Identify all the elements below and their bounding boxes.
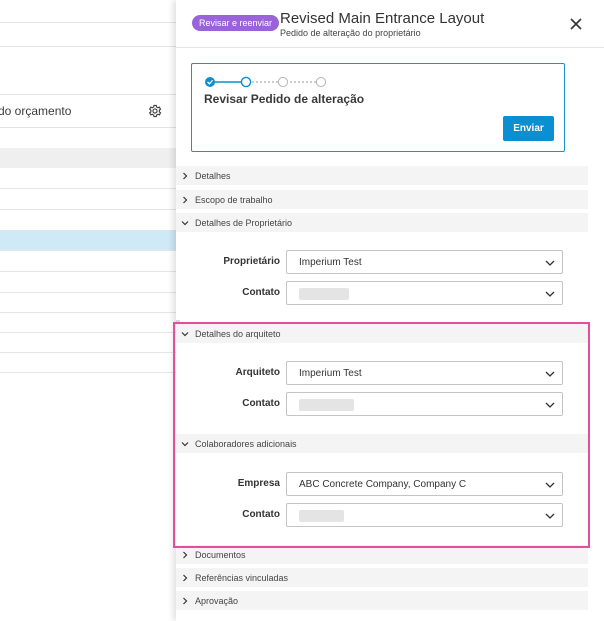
section-label: Colaboradores adicionais [195,438,297,449]
owner-contact-label: Contato [242,287,280,298]
list-item[interactable] [0,332,176,353]
chevron-right-icon [183,172,188,179]
change-order-panel: Revisar e reenviar Revised Main Entrance… [176,0,604,621]
submit-button[interactable]: Enviar [503,116,554,141]
chevron-right-icon [183,574,188,581]
section-label: Documentos [195,549,246,560]
section-arquiteto[interactable]: Detalhes do arquiteto [176,324,588,343]
list-item[interactable] [0,292,176,313]
collaborator-contact-label: Contato [242,509,280,520]
list-header-label: do orçamento [0,104,72,118]
redacted-value [299,399,354,411]
chevron-right-icon [183,597,188,604]
chevron-down-icon [545,513,555,519]
section-label: Referências vinculadas [195,572,289,583]
architect-value: Imperium Test [299,368,362,379]
close-icon[interactable] [568,16,584,32]
stepper-card: Revisar Pedido de alteração Enviar [191,63,565,152]
chevron-down-icon [545,371,555,377]
section-label: Escopo de trabalho [195,194,273,205]
section-aprovacao[interactable]: Aprovação [176,591,588,610]
list-item[interactable] [0,189,176,210]
divider [0,46,176,47]
chevron-down-icon [545,291,555,297]
company-label: Empresa [237,478,280,489]
section-label: Detalhes [195,170,231,181]
company-value: ABC Concrete Company, Company C [299,479,467,490]
list-item-selected[interactable] [0,230,176,251]
chevron-down-icon [181,331,189,336]
step-title: Revisar Pedido de alteração [204,92,365,106]
chevron-down-icon [545,402,555,408]
chevron-down-icon [181,220,189,225]
chevron-right-icon [183,551,188,558]
owner-contact-select[interactable] [286,281,563,305]
list-item[interactable] [0,251,176,272]
list-header: do orçamento [0,94,176,128]
progress-stepper [204,75,334,88]
list-group-band [0,148,176,168]
section-escopo[interactable]: Escopo de trabalho [176,190,588,209]
owner-value: Imperium Test [299,257,362,268]
panel-header: Revisar e reenviar Revised Main Entrance… [176,0,604,48]
section-label: Detalhes de Proprietário [195,217,293,228]
list-item[interactable] [0,272,176,293]
chevron-down-icon [181,441,189,446]
architect-select[interactable]: Imperium Test [286,361,563,385]
section-detalhes[interactable]: Detalhes [176,166,588,185]
section-proprietario[interactable]: Detalhes de Proprietário [176,213,588,232]
company-select[interactable]: ABC Concrete Company, Company C [286,472,563,496]
chevron-down-icon [545,260,555,266]
section-colaboradores[interactable]: Colaboradores adicionais [176,434,588,453]
list-item[interactable] [0,312,176,333]
chevron-down-icon [545,482,555,488]
status-badge: Revisar e reenviar [192,15,280,31]
architect-label: Arquiteto [235,367,280,378]
chevron-right-icon [183,196,188,203]
section-documentos[interactable]: Documentos [176,545,588,564]
panel-title: Revised Main Entrance Layout [280,10,485,27]
architect-contact-label: Contato [242,398,280,409]
panel-subtitle: Pedido de alteração do proprietário [280,28,421,38]
section-referencias[interactable]: Referências vinculadas [176,568,588,587]
list-item[interactable] [0,168,176,189]
list-item[interactable] [0,210,176,231]
owner-label: Proprietário [223,256,280,267]
resize-grip-icon[interactable] [176,313,180,326]
background-list: do orçamento [0,0,176,621]
owner-select[interactable]: Imperium Test [286,250,563,274]
list-item[interactable] [0,352,176,373]
divider [0,22,176,23]
redacted-value [299,510,344,522]
gear-icon[interactable] [148,104,162,118]
architect-contact-select[interactable] [286,392,563,416]
section-label: Aprovação [195,595,239,606]
collaborator-contact-select[interactable] [286,503,563,527]
redacted-value [299,288,349,300]
section-label: Detalhes do arquiteto [195,328,281,339]
